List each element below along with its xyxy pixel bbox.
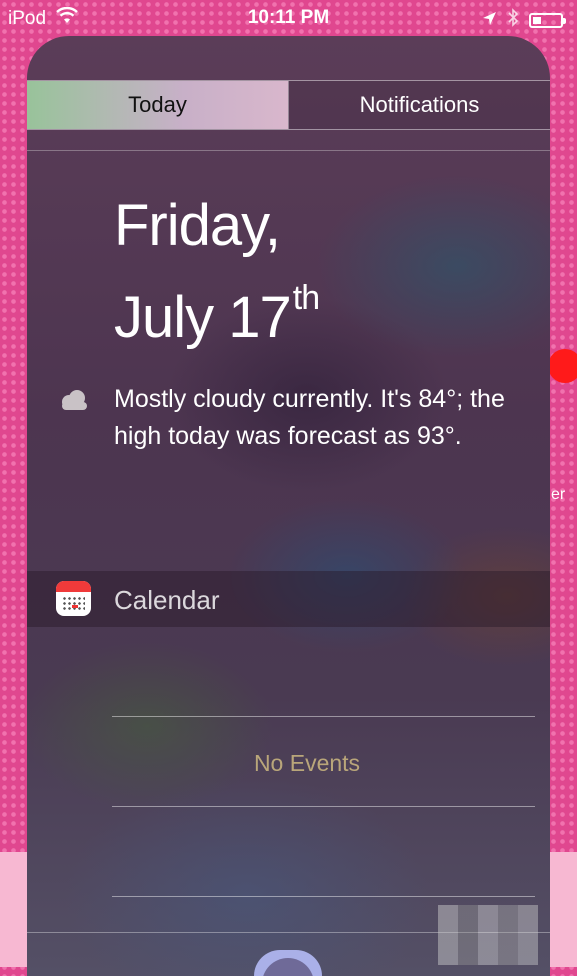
today-date: Friday, July 17th xyxy=(114,190,320,354)
battery-level xyxy=(533,17,541,24)
date-weekday: Friday, xyxy=(114,193,281,258)
calendar-divider-bottom xyxy=(112,806,535,807)
calendar-divider-lower xyxy=(112,896,535,897)
dismiss-handle[interactable] xyxy=(254,950,322,976)
pixelated-watermark xyxy=(438,905,558,965)
calendar-divider-top xyxy=(112,716,535,717)
segmented-control: Today Notifications xyxy=(27,80,550,130)
date-day: July 17 xyxy=(114,285,292,350)
calendar-section-header xyxy=(27,571,550,627)
date-suffix: th xyxy=(292,279,320,317)
location-arrow-icon xyxy=(482,10,497,32)
no-events-label: No Events xyxy=(253,750,361,776)
app-badge xyxy=(548,349,577,383)
divider xyxy=(27,150,550,151)
calendar-icon xyxy=(56,581,91,616)
calendar-title: Calendar xyxy=(114,585,220,615)
battery-icon xyxy=(529,13,566,28)
bluetooth-icon xyxy=(507,8,519,33)
weather-summary: Mostly cloudy currently. It's 84°; the h… xyxy=(114,385,505,450)
cloud-icon xyxy=(62,390,87,410)
status-bar: iPod 10:11 PM xyxy=(0,0,577,36)
tab-today[interactable]: Today xyxy=(27,81,288,129)
background-app-label: er xyxy=(551,486,566,503)
notification-center-panel: Today Notifications Friday, July 17th Mo… xyxy=(27,36,550,976)
tab-notifications[interactable]: Notifications xyxy=(288,81,550,129)
